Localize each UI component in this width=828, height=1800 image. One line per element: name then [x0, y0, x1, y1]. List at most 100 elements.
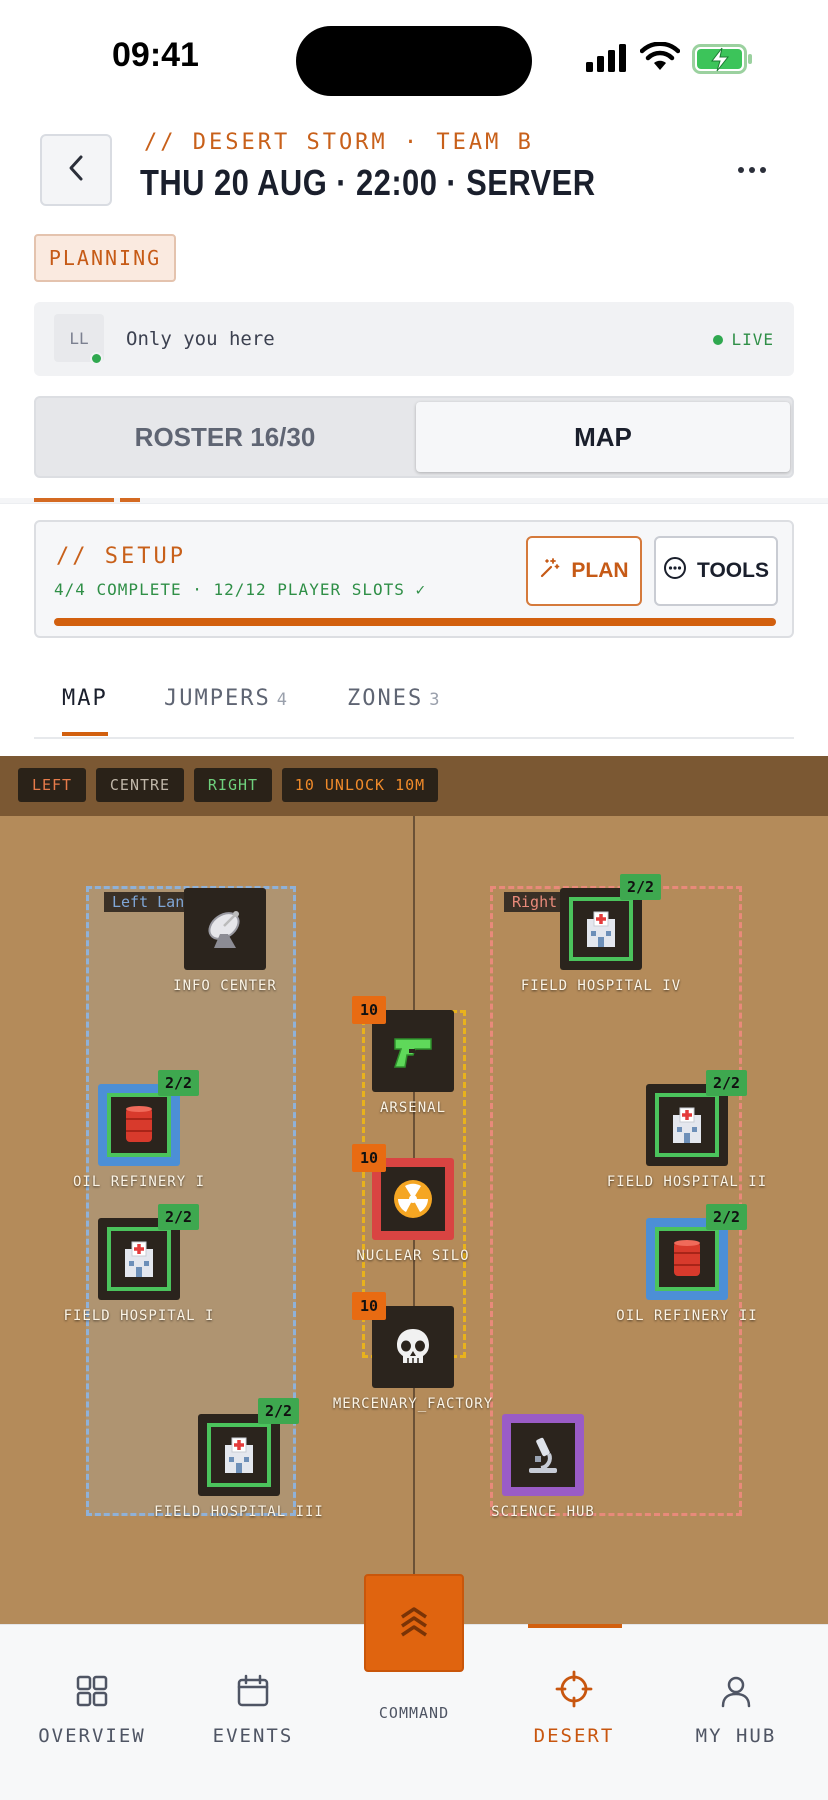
grid-icon [75, 1674, 109, 1713]
info-center-label: INFO CENTER [173, 978, 277, 994]
calendar-icon [236, 1674, 270, 1713]
unlock-timer-chip: 10 UNLOCK 10M [282, 768, 438, 802]
nav-my-hub[interactable]: MY HUB [656, 1625, 816, 1755]
status-badge: PLANNING [34, 234, 176, 282]
right-lane-label: Right [504, 892, 566, 912]
capacity-badge: 2/2 [258, 1398, 300, 1424]
science-hub-label: SCIENCE HUB [491, 1504, 595, 1520]
tools-button[interactable]: TOOLS [654, 536, 778, 606]
capacity-badge: 2/2 [158, 1204, 200, 1230]
presence-bar: LL Only you here LIVE [34, 302, 794, 376]
plan-label: PLAN [571, 559, 629, 582]
nav-events[interactable]: EVENTS [173, 1625, 333, 1755]
building-field-hospital-iii[interactable] [198, 1414, 280, 1496]
nav-overview[interactable]: OVERVIEW [12, 1625, 172, 1755]
dynamic-island [296, 26, 532, 96]
nav-events-label: EVENTS [212, 1725, 294, 1747]
chevron-left-icon [66, 153, 86, 187]
nuclear-silo-label: NUCLEAR SILO [356, 1248, 470, 1264]
pistol-icon [381, 1019, 445, 1083]
filter-right-chip[interactable]: RIGHT [194, 768, 272, 802]
back-button[interactable] [40, 134, 112, 206]
subtab-map-label: MAP [62, 686, 108, 711]
building-science-hub[interactable] [502, 1414, 584, 1496]
scroll-indicator [120, 498, 140, 502]
building-field-hospital-i[interactable] [98, 1218, 180, 1300]
setup-progress-fill [54, 618, 776, 626]
nav-active-indicator [528, 1624, 622, 1628]
more-circle-icon [663, 556, 687, 586]
building-info-center[interactable] [184, 888, 266, 970]
status-time: 09:41 [112, 36, 199, 74]
magic-wand-icon [539, 557, 561, 585]
live-indicator: LIVE [713, 330, 774, 349]
presence-text: Only you here [126, 328, 275, 350]
skull-icon [381, 1315, 445, 1379]
setup-progress-bar [54, 618, 776, 626]
live-label: LIVE [731, 330, 774, 349]
level-badge: 10 [352, 1144, 386, 1172]
subtab-active-underline [62, 732, 108, 736]
setup-card: // SETUP 4/4 COMPLETE · 12/12 PLAYER SLO… [34, 520, 794, 638]
hospital-icon [107, 1227, 171, 1291]
oil-drum-icon [655, 1227, 719, 1291]
chevrons-up-icon [394, 1601, 434, 1645]
subtab-jumpers-count: 4 [276, 690, 289, 710]
command-label: COMMAND [378, 1704, 450, 1722]
scroll-indicator [34, 498, 114, 502]
level-badge: 10 [352, 996, 386, 1024]
capacity-badge: 2/2 [706, 1070, 748, 1096]
capacity-badge: 2/2 [620, 874, 662, 900]
radioactive-icon [381, 1167, 445, 1231]
subtab-map[interactable]: MAP [62, 686, 108, 711]
capacity-badge: 2/2 [706, 1204, 748, 1230]
field-hospital-ii-label: FIELD HOSPITAL II [606, 1174, 768, 1190]
tab-map[interactable]: MAP [416, 402, 790, 472]
field-hospital-iii-label: FIELD HOSPITAL III [154, 1504, 324, 1520]
event-subtitle: // DESERT STORM · TEAM B [144, 130, 534, 155]
building-field-hospital-iv[interactable] [560, 888, 642, 970]
wifi-icon [639, 41, 681, 76]
user-icon [719, 1674, 753, 1713]
subtab-zones[interactable]: ZONES 3 [347, 686, 441, 711]
capacity-badge: 2/2 [158, 1070, 200, 1096]
battery-charging-icon [692, 44, 754, 78]
nav-overview-label: OVERVIEW [38, 1725, 146, 1747]
building-oil-refinery-i[interactable] [98, 1084, 180, 1166]
filter-centre-chip[interactable]: CENTRE [96, 768, 184, 802]
map-filter-bar: LEFT CENTRE RIGHT 10 UNLOCK 10M [0, 756, 828, 816]
subtab-zones-label: ZONES [347, 686, 424, 711]
oil-refinery-ii-label: OIL REFINERY II [616, 1308, 758, 1324]
battle-map[interactable]: LEFT CENTRE RIGHT 10 UNLOCK 10M Left Lan… [0, 756, 828, 1624]
level-badge: 10 [352, 1292, 386, 1320]
tab-roster[interactable]: ROSTER 16/30 [36, 398, 414, 476]
divider [34, 737, 794, 739]
hospital-icon [569, 897, 633, 961]
tools-label: TOOLS [697, 559, 769, 582]
building-field-hospital-ii[interactable] [646, 1084, 728, 1166]
mercenary-factory-label: MERCENARY_FACTORY [332, 1396, 494, 1412]
live-dot-icon [713, 334, 724, 345]
more-options-button[interactable] [730, 150, 774, 190]
field-hospital-iv-label: FIELD HOSPITAL IV [520, 978, 682, 994]
crosshair-icon [555, 1670, 593, 1713]
oil-refinery-i-label: OIL REFINERY I [72, 1174, 206, 1190]
hospital-icon [655, 1093, 719, 1157]
online-indicator [90, 352, 103, 365]
setup-status: 4/4 COMPLETE · 12/12 PLAYER SLOTS ✓ [54, 580, 427, 599]
nav-desert-label: DESERT [533, 1725, 615, 1747]
command-button[interactable] [364, 1574, 464, 1672]
oil-drum-icon [107, 1093, 171, 1157]
field-hospital-i-label: FIELD HOSPITAL I [63, 1308, 215, 1324]
view-segmented-control: ROSTER 16/30 MAP [34, 396, 794, 478]
arsenal-label: ARSENAL [379, 1100, 447, 1116]
filter-left-chip[interactable]: LEFT [18, 768, 86, 802]
satellite-dish-icon [193, 897, 257, 961]
more-dots-icon [738, 167, 744, 173]
nav-desert[interactable]: DESERT [494, 1625, 654, 1755]
microscope-icon [511, 1423, 575, 1487]
building-oil-refinery-ii[interactable] [646, 1218, 728, 1300]
plan-button[interactable]: PLAN [526, 536, 642, 606]
setup-title: // SETUP [56, 544, 186, 569]
subtab-jumpers[interactable]: JUMPERS 4 [164, 686, 289, 711]
